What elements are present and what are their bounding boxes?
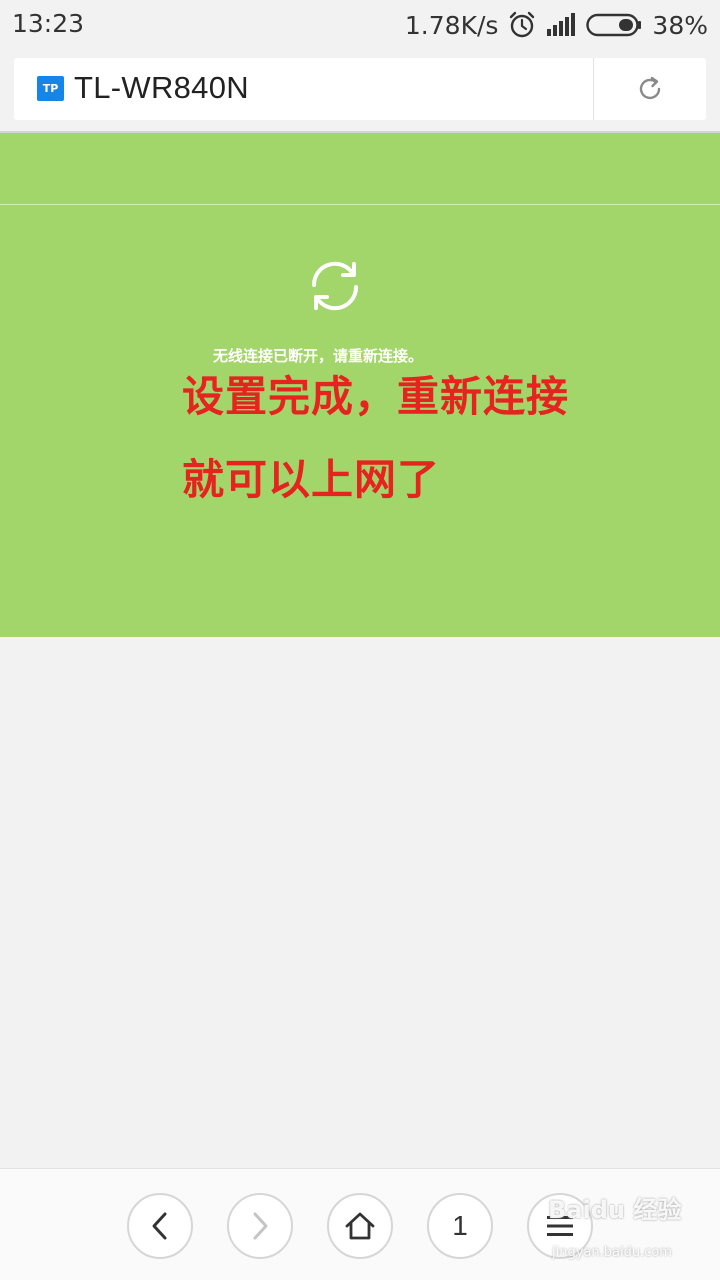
annotation-line-1: 设置完成，重新连接 — [182, 372, 570, 421]
watermark-url: jingyan.baidu.com — [552, 1245, 672, 1260]
forward-button[interactable] — [227, 1193, 293, 1259]
tabs-button[interactable]: 1 — [427, 1193, 493, 1259]
status-bar: 13:23 1.78K/s 38% — [0, 0, 720, 50]
network-speed: 1.78K/s — [404, 10, 499, 40]
status-time: 13:23 — [12, 9, 85, 38]
status-right: 1.78K/s 38% — [405, 9, 708, 41]
back-icon — [152, 1212, 167, 1240]
battery-percent: 38% — [652, 10, 708, 40]
page-title[interactable]: TL-WR840N — [74, 70, 249, 106]
forward-icon — [253, 1212, 268, 1240]
tp-logo: TP — [37, 76, 64, 101]
address-bar[interactable]: TP TL-WR840N — [14, 58, 706, 120]
back-button[interactable] — [127, 1193, 193, 1259]
sync-icon — [311, 261, 359, 311]
reload-icon — [639, 76, 661, 100]
reload-button[interactable] — [594, 58, 706, 120]
tab-count: 1 — [452, 1210, 468, 1241]
signal-icon — [547, 13, 576, 36]
watermark-logo: Baidu 经验 — [548, 1196, 682, 1224]
home-icon — [345, 1212, 375, 1240]
alarm-icon — [510, 11, 535, 38]
status-panel: 无线连接已断开，请重新连接。 设置完成，重新连接 就可以上网了 — [0, 133, 720, 637]
battery-icon — [586, 13, 642, 37]
home-button[interactable] — [327, 1193, 393, 1259]
annotation-line-2: 就可以上网了 — [182, 455, 441, 504]
panel-divider — [0, 204, 720, 205]
